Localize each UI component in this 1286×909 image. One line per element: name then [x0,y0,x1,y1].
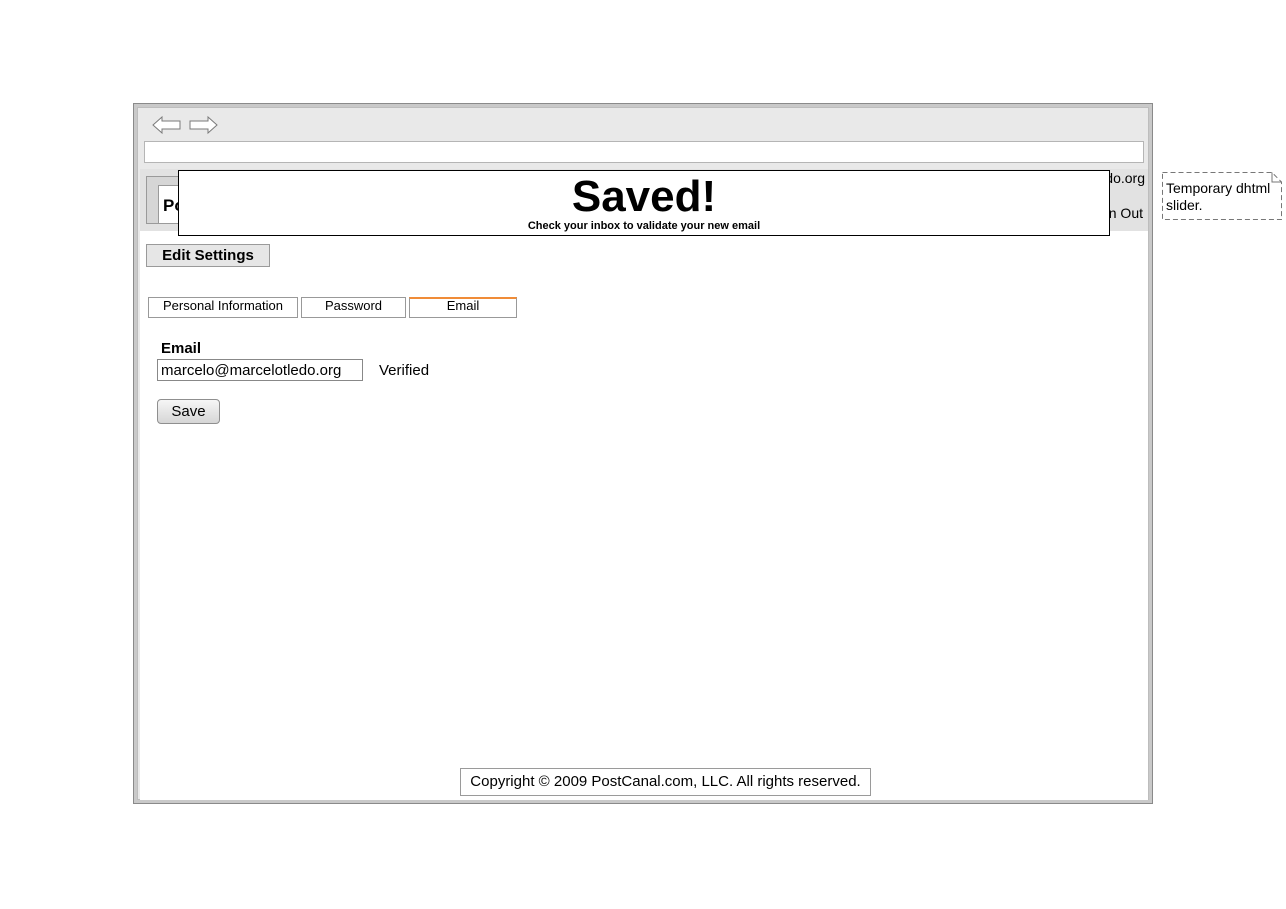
tab-password[interactable]: Password [301,297,406,318]
saved-notification: Saved! Check your inbox to validate your… [178,170,1110,236]
arrow-right-icon[interactable] [188,115,218,135]
arrow-left-icon[interactable] [152,115,182,135]
address-bar[interactable] [144,141,1144,163]
page-title: Edit Settings [146,244,270,267]
save-button[interactable]: Save [157,399,220,424]
verified-status: Verified [379,362,430,379]
notification-title: Saved! [571,172,717,221]
annotation-text: Temporary dhtml slider. [1166,180,1271,213]
email-label: Email [161,340,202,357]
notification-message: Check your inbox to validate your new em… [527,220,761,232]
footer-copyright: Copyright © 2009 PostCanal.com, LLC. All… [460,768,871,796]
tab-personal-information[interactable]: Personal Information [148,297,298,318]
tab-email[interactable]: Email [409,297,517,318]
main-content: Edit Settings Personal Information Passw… [140,231,1148,800]
email-input[interactable] [157,359,363,381]
annotation-note: Temporary dhtml slider. [1162,172,1282,220]
